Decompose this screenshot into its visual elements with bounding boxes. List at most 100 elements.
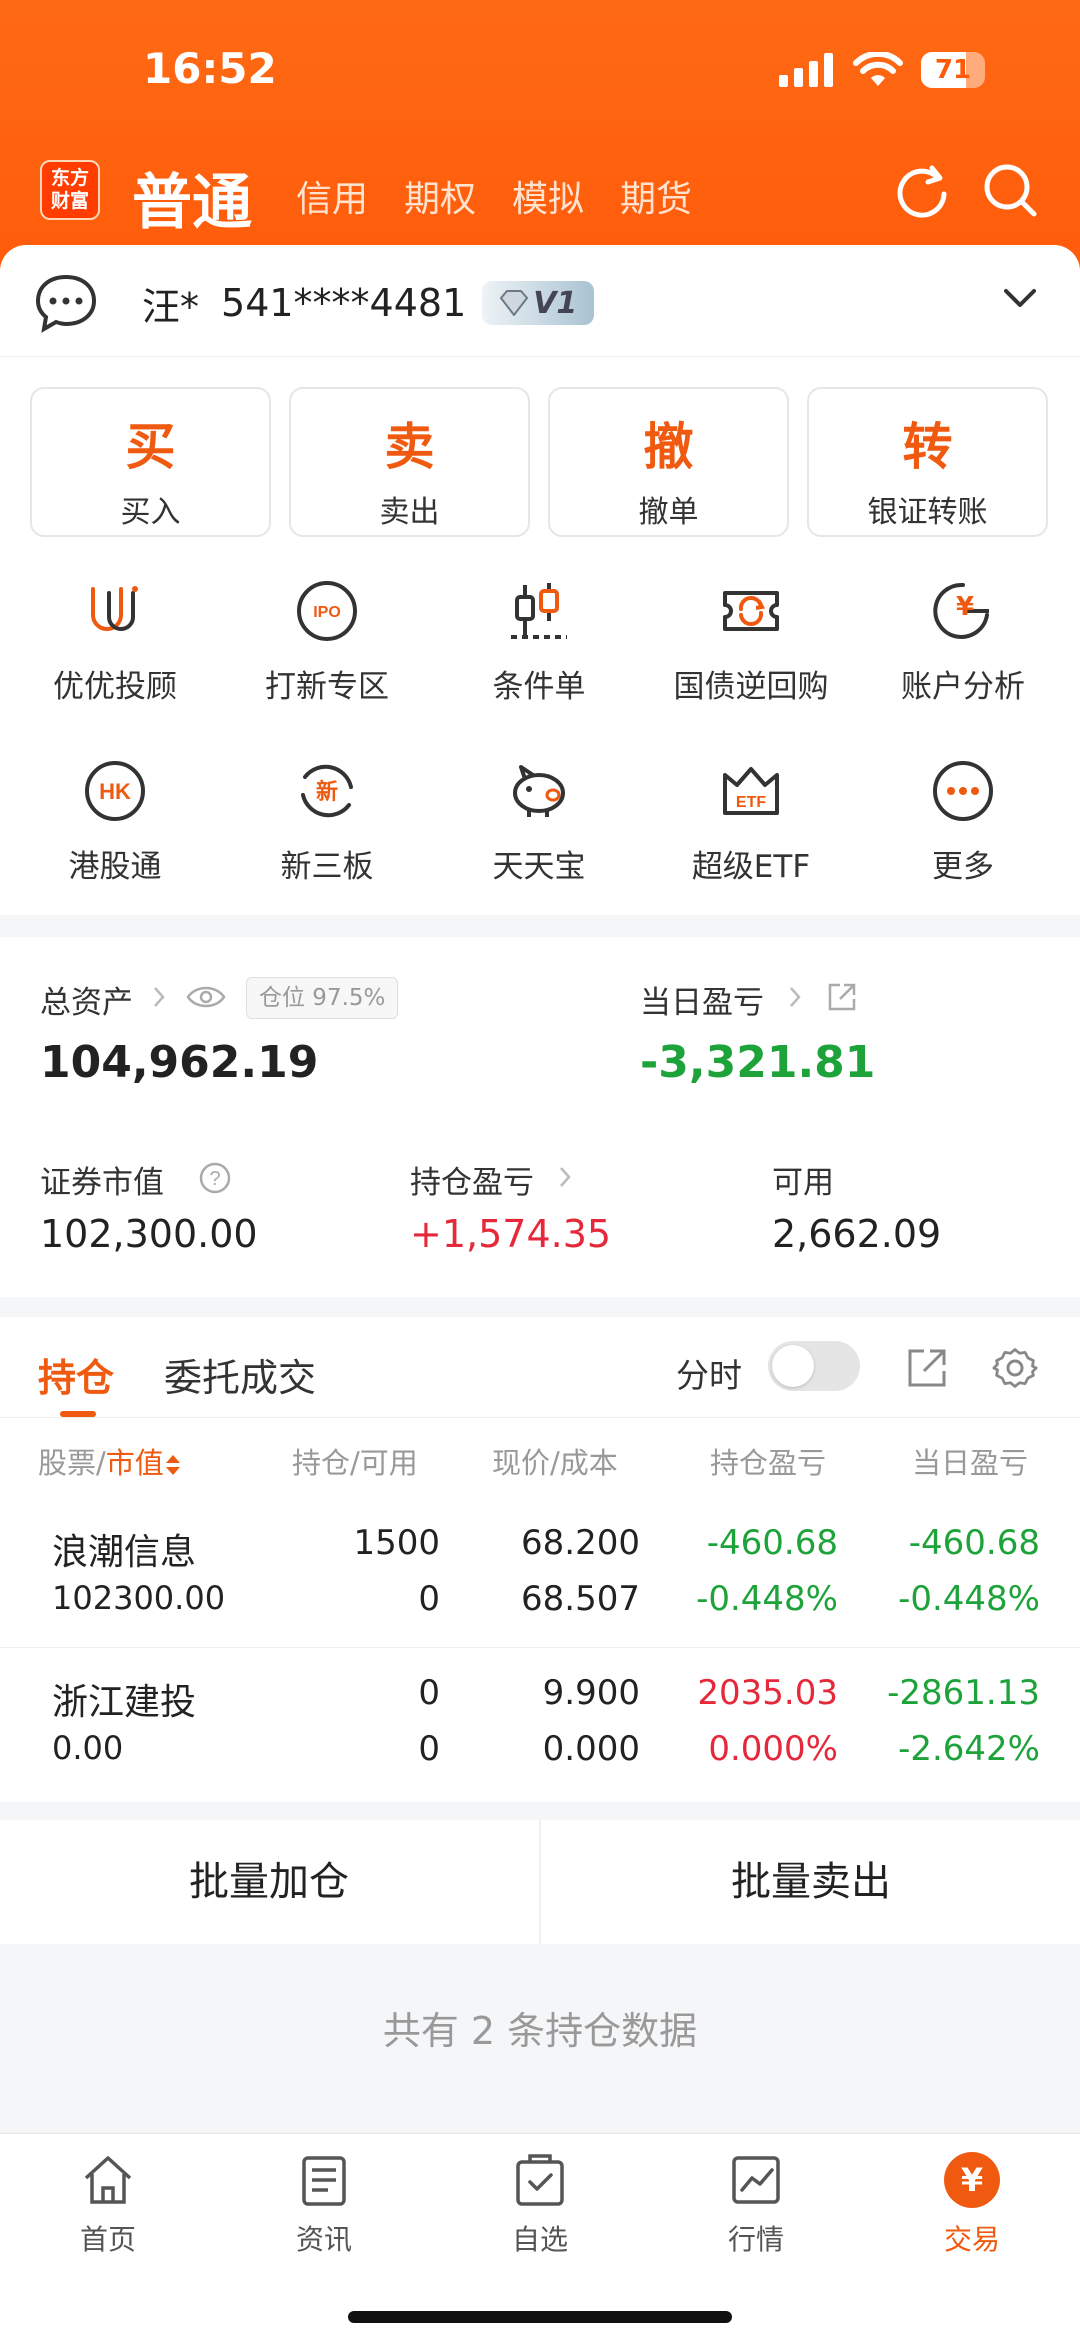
- external-link-icon[interactable]: [906, 1347, 948, 1389]
- trade-button-label: 银证转账: [867, 495, 988, 530]
- available-qty: 0: [418, 1729, 440, 1769]
- tab-positions[interactable]: 持仓: [38, 1347, 114, 1402]
- trade-button-char: 买: [125, 418, 176, 476]
- sell-button[interactable]: 卖卖出: [289, 387, 530, 537]
- available-label: 可用: [772, 1165, 834, 1201]
- refresh-icon[interactable]: [892, 160, 952, 220]
- cost-price: 0.000: [542, 1729, 640, 1769]
- vip-badge: V1: [482, 281, 595, 325]
- daily-pnl-label[interactable]: 当日盈亏: [640, 977, 764, 1022]
- header-pnl: 持仓盈亏: [710, 1446, 827, 1480]
- header-holding: 持仓/可用: [292, 1446, 418, 1480]
- day-pnl-pct: -0.448%: [898, 1579, 1040, 1619]
- tab-account-type[interactable]: 期货: [620, 170, 692, 222]
- nav-label: 资讯: [295, 2223, 352, 2256]
- function-more[interactable]: 更多: [863, 755, 1063, 886]
- function-label: 条件单: [492, 669, 586, 705]
- account-selector[interactable]: 汪* 541****4481 V1: [0, 245, 1080, 357]
- share-icon[interactable]: [826, 981, 858, 1013]
- function-account-analysis[interactable]: ¥ 账户分析: [863, 575, 1063, 706]
- help-icon[interactable]: ?: [198, 1161, 232, 1195]
- bottom-nav: 首页 资讯 自选 行情 ¥ 交易: [0, 2133, 1080, 2341]
- etf-icon: ETF: [715, 755, 787, 827]
- daily-pnl-value: -3,321.81: [640, 1037, 876, 1088]
- nav-home[interactable]: 首页: [0, 2150, 216, 2258]
- nav-news[interactable]: 资讯: [216, 2150, 432, 2258]
- battery-indicator: 71: [921, 52, 985, 88]
- total-assets-value: 104,962.19: [40, 1037, 319, 1088]
- search-icon[interactable]: [980, 160, 1040, 220]
- home-indicator[interactable]: [348, 2311, 732, 2323]
- account-type-nav: 东方财富 普通 信用 期权 模拟 期货: [0, 148, 1080, 238]
- account-holder-name: 汪*: [142, 284, 200, 329]
- tab-account-type[interactable]: 期权: [404, 170, 476, 222]
- settings-icon[interactable]: [992, 1345, 1038, 1391]
- vip-level: V1: [533, 285, 578, 321]
- function-label: 超级ETF: [691, 849, 811, 885]
- asset-summary: 总资产 仓位 97.5% 104,962.19 当日盈亏 -3,321.81 证…: [0, 937, 1080, 1297]
- function-conditional-order[interactable]: 条件单: [439, 575, 639, 706]
- function-piggy-bank[interactable]: 天天宝: [439, 755, 639, 886]
- total-assets-label[interactable]: 总资产: [40, 977, 133, 1022]
- stock-name: 浙江建投: [52, 1682, 197, 1723]
- positions-panel: 持仓 委托成交 分时 股票/市值 持仓/可用 现价/成本 持仓盈亏 当日盈亏 浪…: [0, 1317, 1080, 1802]
- header-stock[interactable]: 股票/市值: [38, 1440, 182, 1482]
- quick-actions: 买买入卖卖出撤撤单转银证转账 优优投顾 IPO 打新专区 条件单 国债逆回购 ¥ 账户分析 H…: [0, 357, 1080, 915]
- current-price: 68.200: [521, 1523, 640, 1563]
- chevron-down-icon[interactable]: [1000, 283, 1040, 313]
- position-row[interactable]: 浙江建投 0.00 0 0 9.900 0.000 2035.03 0.000% -2861.1…: [0, 1647, 1080, 1797]
- trade-button-label: 买入: [120, 495, 181, 530]
- tab-account-type[interactable]: 模拟: [512, 170, 584, 222]
- header-stock-label: 股票: [38, 1446, 97, 1480]
- intraday-label: 分时: [676, 1356, 742, 1395]
- tab-account-normal[interactable]: 普通: [132, 154, 252, 241]
- function-label: 新三板: [280, 849, 374, 885]
- chat-icon[interactable]: [34, 273, 98, 333]
- trade-button-char: 转: [902, 418, 953, 476]
- ipo-icon: IPO: [291, 575, 363, 647]
- market-value-label: 证券市值: [40, 1165, 164, 1201]
- status-time: 16:52: [143, 44, 277, 93]
- function-ipo[interactable]: IPO 打新专区: [227, 575, 427, 706]
- battery-level: 71: [934, 55, 972, 85]
- tab-orders[interactable]: 委托成交: [164, 1347, 316, 1402]
- header-price: 现价/成本: [492, 1446, 618, 1480]
- account-type-tabs: 信用 期权 模拟 期货: [296, 170, 692, 222]
- intraday-toggle[interactable]: [768, 1341, 860, 1391]
- function-advisor[interactable]: 优优投顾: [15, 575, 215, 706]
- svg-text:¥: ¥: [956, 592, 974, 622]
- neeq-icon: 新: [291, 755, 363, 827]
- batch-sell-button[interactable]: 批量卖出: [542, 1820, 1080, 1944]
- home-icon: [78, 2150, 138, 2210]
- account-number: 541****4481: [221, 281, 467, 325]
- header-day-pnl: 当日盈亏: [912, 1446, 1029, 1480]
- nav-trade[interactable]: ¥ 交易: [864, 2150, 1080, 2258]
- holding-pnl-label[interactable]: 持仓盈亏: [410, 1157, 534, 1202]
- day-pnl: -2861.13: [887, 1673, 1040, 1713]
- function-reverse-repo[interactable]: 国债逆回购: [651, 575, 851, 706]
- divider: [539, 1820, 541, 1944]
- bank-transfer-button[interactable]: 转银证转账: [807, 387, 1048, 537]
- position-row[interactable]: 浪潮信息 102300.00 1500 0 68.200 68.507 -460.68 -0.…: [0, 1497, 1080, 1647]
- cancel-order-button[interactable]: 撤撤单: [548, 387, 789, 537]
- nav-market[interactable]: 行情: [648, 2150, 864, 2258]
- buy-button[interactable]: 买买入: [30, 387, 271, 537]
- eye-icon[interactable]: [186, 983, 226, 1011]
- logo-text: 东方财富: [50, 167, 89, 212]
- function-hk-connect[interactable]: HK 港股通: [15, 755, 215, 886]
- account-info: 汪* 541****4481 V1: [34, 273, 595, 333]
- positions-count: 共有 2 条持仓数据: [382, 2009, 698, 2053]
- trade-button-char: 撤: [643, 418, 694, 476]
- function-etf[interactable]: ETF 超级ETF: [651, 755, 851, 886]
- batch-add-button[interactable]: 批量加仓: [0, 1820, 538, 1944]
- nav-watchlist[interactable]: 自选: [432, 2150, 648, 2258]
- header-market-value-label: 市值: [105, 1446, 164, 1480]
- holding-qty: 0: [418, 1673, 440, 1713]
- chevron-right-icon: [560, 1167, 571, 1187]
- trade-button-label: 撤单: [638, 495, 699, 530]
- app-logo: 东方财富: [40, 160, 100, 220]
- function-neeq[interactable]: 新新三板: [227, 755, 427, 886]
- svg-text:IPO: IPO: [313, 604, 341, 621]
- tab-account-type[interactable]: 信用: [296, 170, 368, 222]
- sort-icon: [165, 1455, 180, 1475]
